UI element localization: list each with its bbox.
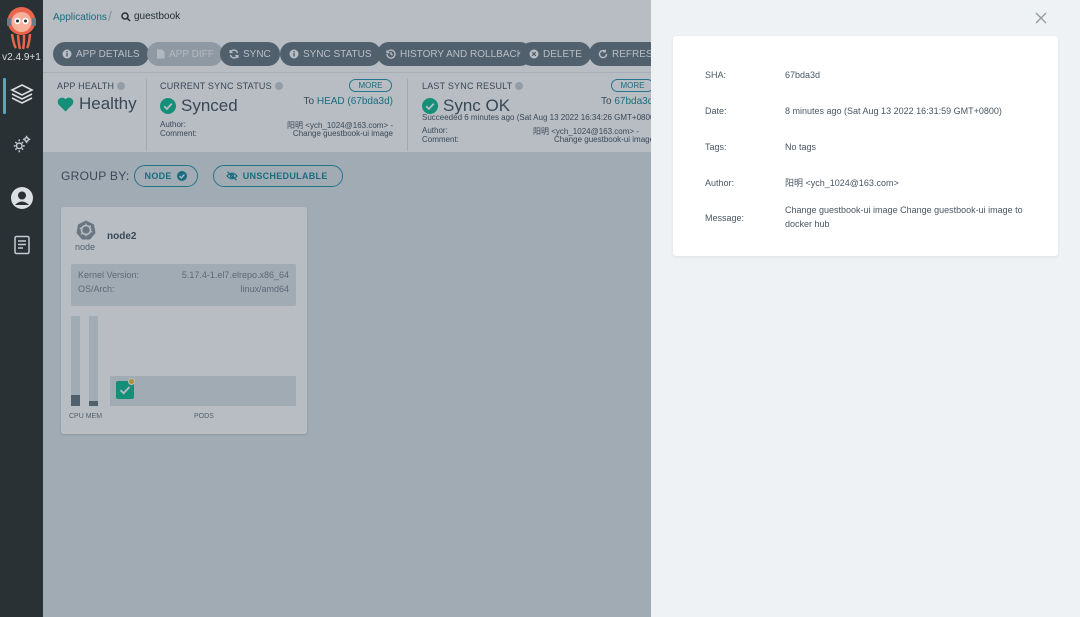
message-label: Message:	[705, 213, 745, 223]
message-value: Change guestbook-ui image Change guestbo…	[785, 205, 1023, 229]
revision-details-card: SHA: 67bda3d Date: 8 minutes ago (Sat Au…	[673, 36, 1058, 256]
author-label: Author:	[705, 178, 735, 188]
user-icon	[10, 187, 33, 209]
nav-item-documentation[interactable]	[0, 227, 43, 263]
sha-value-link[interactable]: 67bda3d	[785, 68, 1030, 82]
version-label: v2.4.9+1	[2, 52, 41, 63]
close-icon[interactable]	[1034, 11, 1048, 25]
nav-item-settings[interactable]	[0, 126, 43, 162]
layers-icon	[9, 84, 34, 104]
sha-label: SHA:	[705, 70, 727, 80]
docs-icon	[13, 235, 30, 255]
gear-icon	[13, 135, 30, 153]
sidebar: v2.4.9+1	[0, 0, 43, 617]
tags-value: No tags	[785, 142, 817, 152]
argo-logo[interactable]	[5, 6, 38, 50]
tags-label: Tags:	[705, 142, 727, 152]
revision-details-panel: SHA: 67bda3d Date: 8 minutes ago (Sat Au…	[651, 0, 1080, 617]
modal-backdrop[interactable]	[43, 0, 651, 617]
date-label: Date:	[705, 106, 727, 116]
nav-item-user-info[interactable]	[0, 180, 43, 216]
author-value: 阳明 <ych_1024@163.com>	[785, 178, 899, 188]
date-value: 8 minutes ago (Sat Aug 13 2022 16:31:59 …	[785, 106, 1002, 116]
nav-item-applications[interactable]	[0, 76, 43, 112]
main-content: Applications / guestbook APP DETAILS APP…	[43, 0, 651, 617]
